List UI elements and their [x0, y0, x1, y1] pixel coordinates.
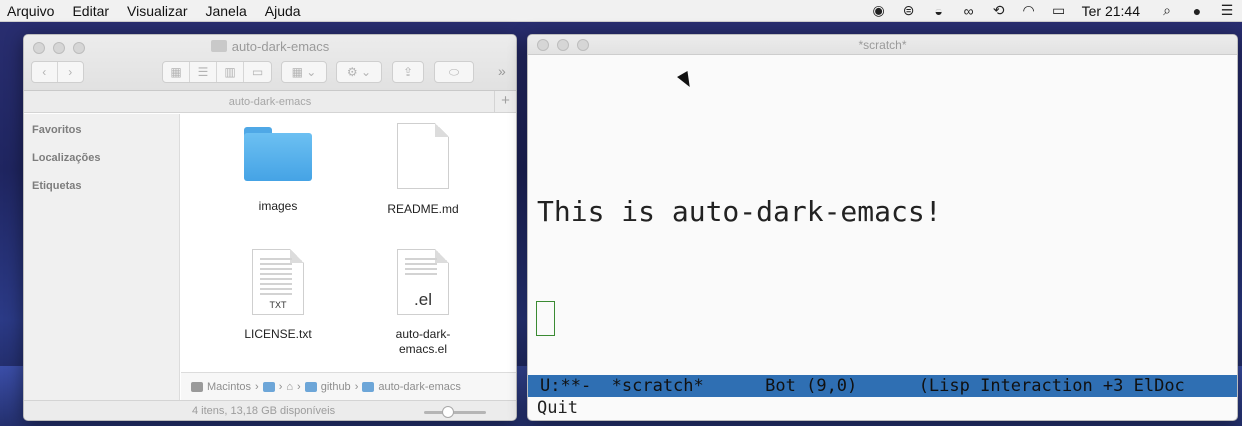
file-type-badge: .el [414, 290, 432, 309]
file-item-auto-dark-emacs-el[interactable]: .el auto-dark- emacs.el [363, 249, 483, 357]
emacs-window: *scratch* This is auto-dark-emacs! U:**-… [527, 34, 1238, 421]
finder-status-bar: 4 itens, 13,18 GB disponíveis [24, 400, 516, 420]
record-icon[interactable]: ◉ [864, 0, 894, 22]
buffer-text[interactable]: This is auto-dark-emacs! [537, 195, 942, 228]
finder-path-bar: Macintos › › ⌂ › github › auto-dark-emac… [181, 372, 516, 400]
file-name: LICENSE.txt [244, 327, 312, 341]
toolbar-overflow-icon[interactable]: » [498, 63, 506, 79]
siri-icon[interactable]: ● [1182, 0, 1212, 22]
icon-view-button[interactable]: ▦ [163, 62, 190, 82]
breadcrumb-item[interactable]: auto-dark-emacs [378, 381, 461, 393]
file-name: images [258, 199, 298, 213]
finder-sidebar: Favoritos Localizações Etiquetas [24, 114, 180, 400]
sidebar-section-favorites[interactable]: Favoritos [24, 124, 179, 152]
text-document-icon: TXT [252, 249, 304, 315]
breadcrumb-separator-icon: › [278, 380, 283, 393]
column-view-button[interactable]: ▥ [217, 62, 244, 82]
menu-bar: Arquivo Editar Visualizar Janela Ajuda ◉… [0, 0, 1242, 22]
back-forward-buttons: ‹ › [31, 61, 84, 83]
sidebar-section-locations[interactable]: Localizações [24, 152, 179, 180]
emacs-window-title: *scratch* [858, 38, 907, 52]
new-tab-button[interactable]: + [494, 91, 516, 112]
finder-window: auto-dark-emacs ‹ › ▦ ☰ ▥ ▭ ▦ ⌄ ⚙ ⌄ ⇪ ⬭ … [23, 34, 517, 421]
home-icon[interactable]: ⌂ [286, 381, 293, 393]
folder-icon [244, 127, 312, 181]
tags-button[interactable]: ⬭ [434, 61, 474, 83]
action-button[interactable]: ⚙ ⌄ [336, 61, 382, 83]
menu-arquivo[interactable]: Arquivo [0, 3, 63, 19]
group-button[interactable]: ▦ ⌄ [281, 61, 327, 83]
breadcrumb-separator-icon: › [297, 380, 301, 393]
breadcrumb-item[interactable]: github [321, 381, 351, 393]
network-icon[interactable]: ⊜ [894, 0, 924, 22]
mouse-pointer-icon [677, 71, 695, 90]
view-mode-buttons: ▦ ☰ ▥ ▭ [162, 61, 272, 83]
sidebar-section-tags[interactable]: Etiquetas [24, 180, 179, 208]
menu-ajuda[interactable]: Ajuda [256, 3, 310, 19]
breadcrumb-item[interactable]: Macintos [207, 381, 251, 393]
minibuffer[interactable]: Quit [537, 397, 578, 419]
file-item-readme[interactable]: README.md [363, 123, 483, 217]
file-name: auto-dark- emacs.el [395, 327, 451, 356]
menu-clock[interactable]: Ter 21:44 [1074, 3, 1152, 19]
glasses-icon[interactable]: ∞ [954, 0, 984, 22]
file-type-badge: TXT [269, 300, 287, 310]
wifi-icon[interactable]: ◠ [1014, 0, 1044, 22]
file-item-license[interactable]: TXT LICENSE.txt [218, 249, 338, 342]
folder-icon [210, 40, 227, 52]
elisp-document-icon: .el [397, 249, 449, 315]
file-name: README.md [387, 202, 459, 216]
document-icon [397, 123, 449, 189]
menu-visualizar[interactable]: Visualizar [118, 3, 196, 19]
folder-icon [362, 381, 375, 392]
file-item-images[interactable]: images [218, 127, 338, 214]
menu-janela[interactable]: Janela [196, 3, 255, 19]
text-cursor [536, 301, 555, 336]
list-view-button[interactable]: ☰ [190, 62, 217, 82]
finder-window-title: auto-dark-emacs [24, 39, 516, 54]
battery-icon[interactable]: ▭ [1044, 0, 1074, 22]
finder-titlebar: auto-dark-emacs ‹ › ▦ ☰ ▥ ▭ ▦ ⌄ ⚙ ⌄ ⇪ ⬭ … [24, 35, 516, 91]
spotlight-search-icon[interactable]: ⌕ [1152, 0, 1182, 22]
mode-line[interactable]: U:**- *scratch* Bot (9,0) (Lisp Interact… [528, 375, 1237, 397]
share-icon: ⇪ [402, 65, 414, 79]
slider-knob[interactable] [442, 406, 454, 418]
breadcrumb-separator-icon: › [354, 380, 359, 393]
mask-icon[interactable]: ◒ [924, 0, 954, 22]
gallery-view-button[interactable]: ▭ [244, 62, 271, 82]
folder-icon [304, 381, 317, 392]
tag-icon: ⬭ [448, 64, 460, 79]
group-icon: ▦ ⌄ [291, 65, 317, 79]
menu-editar[interactable]: Editar [63, 3, 118, 19]
notification-center-icon[interactable]: ☰ [1212, 0, 1242, 22]
finder-file-area: images README.md TXT LICENSE.txt .el aut… [181, 114, 516, 372]
forward-button[interactable]: › [58, 62, 83, 82]
hard-drive-icon [191, 381, 203, 392]
share-button[interactable]: ⇪ [392, 61, 424, 83]
emacs-titlebar: *scratch* [528, 35, 1237, 55]
status-text: 4 itens, 13,18 GB disponíveis [192, 405, 336, 417]
icon-size-slider[interactable] [424, 406, 486, 418]
users-folder-icon[interactable] [262, 381, 275, 392]
breadcrumb-separator-icon: › [255, 380, 259, 393]
finder-tab-title[interactable]: auto-dark-emacs [229, 96, 312, 108]
back-button[interactable]: ‹ [32, 62, 58, 82]
gear-icon: ⚙ ⌄ [346, 65, 372, 79]
time-machine-icon[interactable]: ⟲ [984, 0, 1014, 22]
finder-tab-bar: auto-dark-emacs + [24, 91, 516, 113]
